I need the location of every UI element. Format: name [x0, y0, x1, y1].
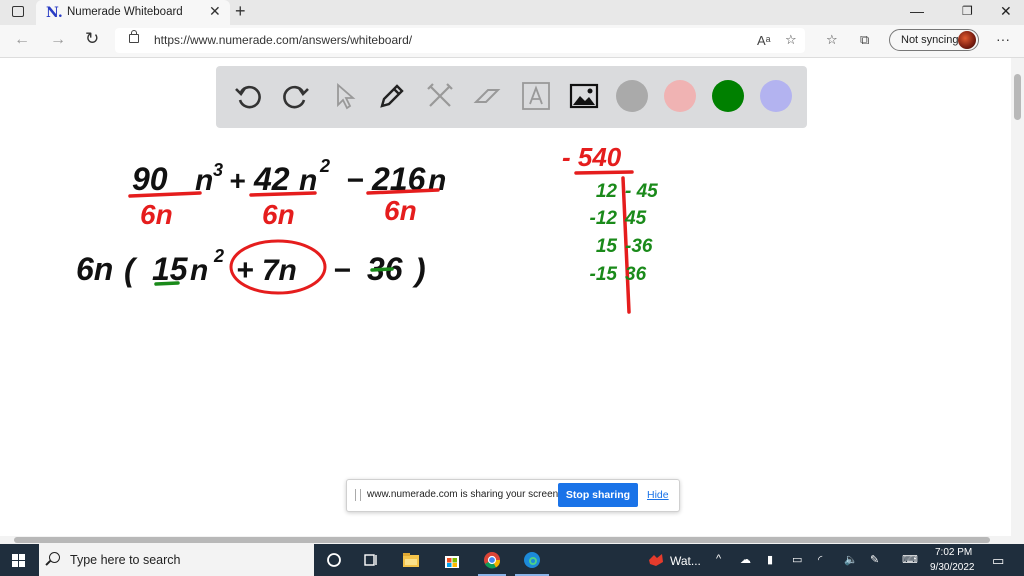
color-swatch-pink[interactable] [664, 80, 696, 112]
underline-c [370, 267, 394, 272]
pen-icon[interactable] [376, 80, 408, 112]
color-swatch-lavender[interactable] [760, 80, 792, 112]
keyboard-icon[interactable]: ⌨ [902, 553, 918, 566]
row2-middle-term: + 7n [236, 254, 297, 287]
denominator-2: 6n [262, 199, 295, 230]
row2-exponent: 2 [213, 246, 224, 266]
image-icon[interactable] [568, 80, 600, 112]
close-paren: ) [412, 252, 426, 288]
undo-icon[interactable] [232, 80, 264, 112]
taskbar-search-input[interactable]: Type here to search [39, 544, 314, 576]
edge-icon[interactable] [523, 551, 541, 569]
onedrive-icon[interactable]: ☁ [740, 553, 751, 566]
horizontal-scrollbar[interactable] [0, 536, 1024, 544]
color-swatch-gray[interactable] [616, 80, 648, 112]
cortana-icon[interactable] [325, 551, 343, 569]
taskbar: Type here to search Wat... ^ ☁ ▮ ▭ ◜ 🔈 ✎… [0, 544, 1024, 576]
search-icon [49, 552, 60, 563]
wifi-icon[interactable]: ◜ [818, 553, 822, 566]
horizontal-scroll-thumb[interactable] [14, 537, 990, 543]
screen-share-banner: www.numerade.com is sharing your screen.… [346, 479, 680, 512]
battery-icon[interactable]: ▭ [792, 553, 802, 566]
gcf-factor: 6n [76, 251, 113, 287]
search-placeholder: Type here to search [70, 553, 181, 567]
fraction-bar-2 [249, 191, 317, 197]
taskbar-app-label[interactable]: Wat... [670, 554, 701, 568]
windows-start-icon[interactable] [12, 554, 25, 567]
term1-coefficient: 90 [132, 161, 168, 197]
minus-sign-1: − [346, 164, 364, 197]
volume-icon[interactable]: 🔈 [844, 553, 858, 566]
file-explorer-icon[interactable] [402, 551, 420, 569]
color-swatch-green[interactable] [712, 80, 744, 112]
vertical-scroll-thumb[interactable] [1014, 74, 1021, 120]
tools-icon[interactable] [424, 80, 456, 112]
pointer-icon[interactable] [328, 80, 360, 112]
clock-time[interactable]: 7:02 PM [935, 547, 972, 558]
hide-link[interactable]: Hide [647, 489, 669, 501]
chrome-icon[interactable] [483, 551, 501, 569]
drag-handle-icon[interactable] [355, 489, 361, 501]
text-icon[interactable] [520, 80, 552, 112]
stop-sharing-button[interactable]: Stop sharing [558, 483, 638, 507]
app-icon[interactable] [648, 553, 664, 567]
factor-right-1: 45 [624, 208, 647, 229]
factor-left-1: -12 [590, 208, 618, 229]
show-hidden-icons-icon[interactable]: ^ [716, 553, 721, 565]
factor-right-2: -36 [625, 236, 653, 257]
denominator-3: 6n [384, 195, 417, 226]
factor-left-0: 12 [596, 181, 618, 202]
share-message: www.numerade.com is sharing your screen. [367, 489, 561, 500]
denominator-1: 6n [140, 199, 173, 230]
open-paren: ( [124, 252, 138, 288]
table-header-underline [574, 170, 634, 175]
vertical-scrollbar[interactable] [1011, 58, 1024, 536]
row2-minus: − [333, 254, 351, 287]
factor-left-2: 15 [596, 236, 618, 257]
pen-workspace-icon[interactable]: ✎ [870, 553, 879, 566]
notifications-icon[interactable]: ▭ [992, 553, 1004, 569]
table-header: - 540 [562, 142, 622, 172]
factor-right-3: 36 [625, 264, 647, 285]
eraser-icon[interactable] [472, 80, 504, 112]
row2-variable: n [190, 254, 208, 287]
microsoft-store-icon[interactable] [443, 551, 461, 569]
term2-exponent: 2 [319, 156, 330, 176]
plus-sign-1: + [229, 165, 245, 196]
whiteboard-toolbar [216, 66, 807, 128]
term1-exponent: 3 [213, 160, 223, 180]
factor-left-3: -15 [590, 264, 618, 285]
factor-right-0: - 45 [625, 181, 658, 202]
underline-a [154, 281, 180, 286]
task-view-icon[interactable] [362, 551, 380, 569]
redo-icon[interactable] [280, 80, 312, 112]
clock-date[interactable]: 9/30/2022 [930, 562, 975, 573]
term2-coefficient: 42 [253, 161, 290, 197]
usb-icon[interactable]: ▮ [767, 553, 773, 566]
